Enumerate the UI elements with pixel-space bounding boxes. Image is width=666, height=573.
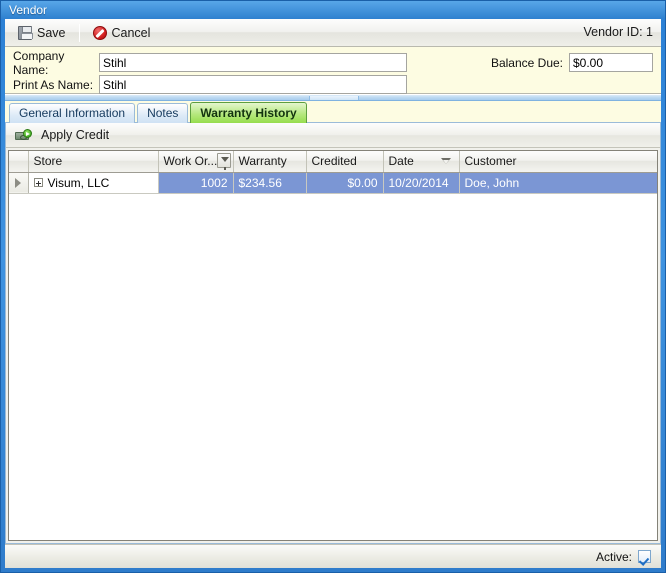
cell-store[interactable]: Visum, LLC: [28, 172, 159, 194]
grid-header-date-label: Date: [388, 154, 414, 169]
save-button[interactable]: Save: [9, 21, 75, 45]
cell-store-text: Visum, LLC: [47, 175, 110, 190]
save-button-label: Save: [37, 25, 66, 40]
cell-warranty[interactable]: $234.56: [233, 172, 307, 194]
grid-header-indicator: [9, 151, 29, 173]
tab-strip: General Information Notes Warranty Histo…: [5, 101, 661, 123]
grid-header-row: Store Work Or... Warranty Credited Date: [9, 151, 657, 173]
expand-row-icon[interactable]: [33, 178, 43, 188]
cell-credited[interactable]: $0.00: [306, 172, 384, 194]
cancel-button[interactable]: Cancel: [84, 21, 160, 45]
vendor-id-label: Vendor ID: 1: [583, 25, 654, 39]
balance-due-label: Balance Due:: [490, 55, 563, 70]
panel-splitter[interactable]: [5, 94, 661, 101]
print-as-name-label: Print As Name:: [13, 77, 94, 92]
window-title-bar: Vendor: [1, 1, 665, 19]
table-row[interactable]: Visum, LLC 1002 $234.56 $0.00 10/20/2014…: [9, 172, 657, 194]
grid-header: Store Work Or... Warranty Credited Date: [9, 151, 657, 173]
tab-notes[interactable]: Notes: [137, 103, 189, 123]
grid-header-customer[interactable]: Customer: [459, 151, 657, 173]
grid-body: Visum, LLC 1002 $234.56 $0.00 10/20/2014…: [9, 172, 657, 194]
window-title: Vendor: [9, 3, 48, 17]
floppy-disk-save-icon: [18, 25, 33, 40]
money-icon: [15, 128, 32, 142]
main-toolbar: Save Cancel Vendor ID: 1: [5, 19, 661, 47]
grid-table: Store Work Or... Warranty Credited Date: [9, 151, 657, 194]
cell-customer[interactable]: Doe, John: [459, 172, 657, 194]
company-name-input[interactable]: [99, 53, 407, 72]
cell-work-order[interactable]: 1002: [158, 172, 234, 194]
vendor-window: Vendor Save Cancel Vendor ID: 1 Company …: [0, 0, 666, 573]
row-indicator-cell: [9, 172, 29, 194]
apply-credit-button[interactable]: Apply Credit: [12, 123, 118, 147]
tab-warranty-history[interactable]: Warranty History: [190, 102, 307, 123]
active-label: Active:: [595, 549, 632, 564]
grid-header-work-order-label: Work Or...: [163, 154, 218, 169]
grid-header-warranty[interactable]: Warranty: [233, 151, 307, 173]
grid-toolbar: Apply Credit: [6, 123, 660, 148]
status-bar: Active:: [5, 544, 661, 568]
grid-header-date[interactable]: Date: [383, 151, 460, 173]
filter-funnel-icon[interactable]: [216, 153, 231, 170]
company-name-label: Company Name:: [13, 48, 65, 77]
vendor-fields-panel: Company Name: Print As Name: Balance Due…: [5, 47, 661, 94]
active-checkbox[interactable]: [638, 550, 651, 563]
cell-date[interactable]: 10/20/2014: [383, 172, 460, 194]
warranty-history-tab-page: Apply Credit Store Work Or... Warranty C…: [5, 123, 661, 544]
print-as-name-input[interactable]: [99, 75, 407, 94]
tab-general-information[interactable]: General Information: [9, 103, 136, 123]
toolbar-separator: [78, 23, 80, 42]
sort-descending-icon: [440, 158, 451, 164]
apply-credit-label: Apply Credit: [41, 128, 110, 142]
balance-due-input[interactable]: [569, 53, 653, 72]
window-client-area: Save Cancel Vendor ID: 1 Company Name: P…: [5, 19, 661, 568]
print-as-name-row: Print As Name:: [11, 75, 653, 94]
cancel-icon: [92, 25, 107, 40]
row-current-arrow-icon: [15, 178, 22, 189]
warranty-history-grid[interactable]: Store Work Or... Warranty Credited Date: [8, 150, 658, 541]
grid-header-store[interactable]: Store: [28, 151, 159, 173]
grid-header-credited[interactable]: Credited: [306, 151, 384, 173]
balance-due-row: Balance Due:: [489, 53, 653, 72]
grid-header-work-order[interactable]: Work Or...: [158, 151, 234, 173]
cancel-button-label: Cancel: [111, 25, 151, 40]
